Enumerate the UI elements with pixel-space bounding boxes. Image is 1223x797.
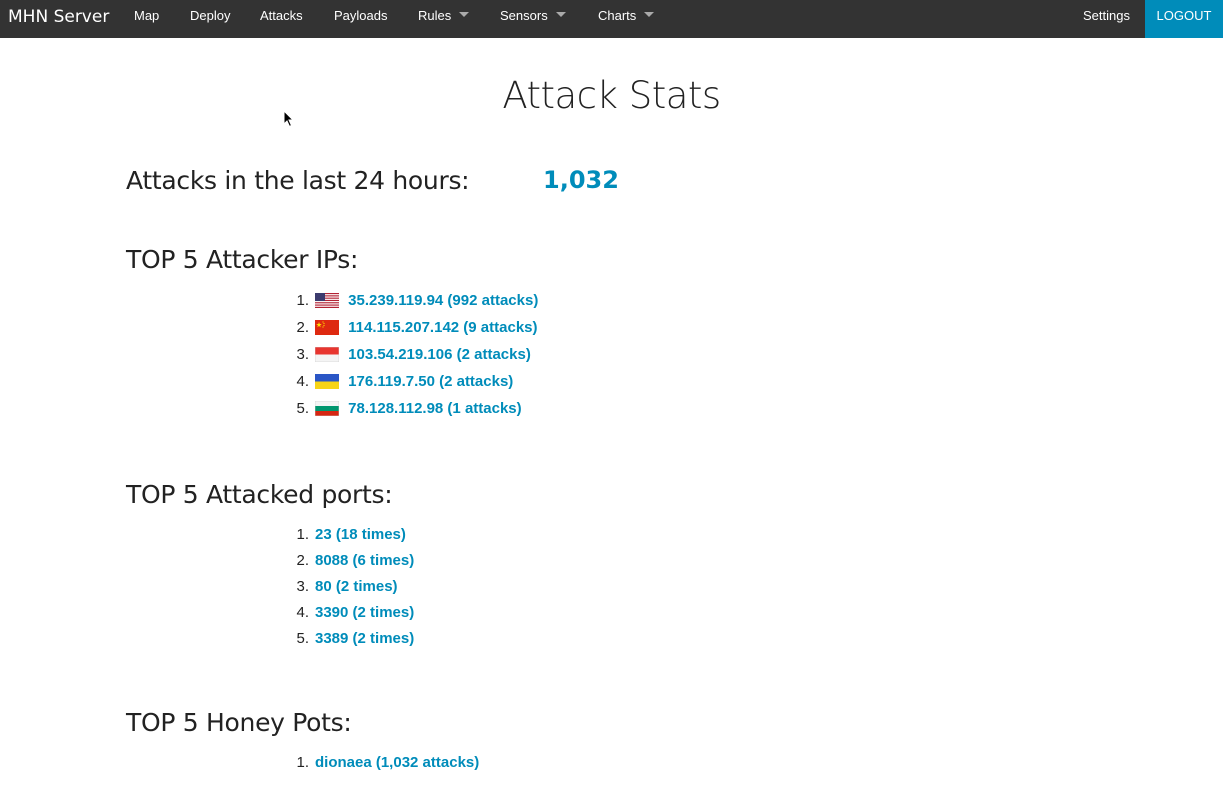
attacker-ip-link[interactable]: 176.119.7.50 (2 attacks)	[348, 373, 513, 390]
list-number: 2.	[296, 319, 309, 336]
attacks-24h-count: 1,032	[543, 166, 619, 194]
nav-sensors-dropdown[interactable]: Sensors	[500, 0, 566, 34]
list-number: 1.	[296, 754, 309, 771]
ua-flag-icon	[315, 373, 339, 389]
list-item: 2. 8088 (6 times)	[296, 548, 414, 574]
list-number: 4.	[296, 604, 309, 621]
attacker-ip-link[interactable]: 78.128.112.98 (1 attacks)	[348, 400, 521, 417]
nav-map[interactable]: Map	[134, 0, 159, 34]
list-item: 3. 103.54.219.106 (2 attacks)	[296, 341, 538, 368]
mouse-cursor-icon	[283, 110, 295, 128]
list-item: 4. 176.119.7.50 (2 attacks)	[296, 368, 538, 395]
attacker-ip-link[interactable]: 35.239.119.94 (992 attacks)	[348, 292, 538, 309]
port-link[interactable]: 8088 (6 times)	[315, 552, 414, 569]
attacker-ip-link[interactable]: 103.54.219.106 (2 attacks)	[348, 346, 531, 363]
list-number: 5.	[296, 400, 309, 417]
nav-charts-dropdown[interactable]: Charts	[598, 0, 655, 34]
nav-attacks[interactable]: Attacks	[260, 0, 303, 34]
port-link[interactable]: 3390 (2 times)	[315, 604, 414, 621]
logout-button[interactable]: LOGOUT	[1145, 0, 1223, 38]
nav-deploy[interactable]: Deploy	[190, 0, 230, 34]
nav-rules-dropdown[interactable]: Rules	[418, 0, 470, 34]
list-number: 5.	[296, 630, 309, 647]
nav-rules-label: Rules	[418, 8, 452, 23]
top-ips-heading: TOP 5 Attacker IPs:	[126, 245, 359, 274]
attacker-ip-link[interactable]: 114.115.207.142 (9 attacks)	[348, 319, 537, 336]
list-number: 1.	[296, 292, 309, 309]
top-ips-list: 1. 35.239.119.94 (992 attacks) 2. 114.11…	[296, 287, 538, 422]
caret-down-icon	[555, 12, 566, 18]
top-ports-heading: TOP 5 Attacked ports:	[126, 480, 393, 509]
list-item: 3. 80 (2 times)	[296, 574, 414, 600]
nav-charts-label: Charts	[598, 8, 637, 23]
attacks-24h-label: Attacks in the last 24 hours:	[126, 166, 470, 195]
port-link[interactable]: 80 (2 times)	[315, 578, 398, 595]
honeypot-link[interactable]: dionaea (1,032 attacks)	[315, 754, 479, 771]
list-item: 1. 23 (18 times)	[296, 522, 414, 548]
list-number: 1.	[296, 526, 309, 543]
list-item: 5. 78.128.112.98 (1 attacks)	[296, 395, 538, 422]
list-number: 2.	[296, 552, 309, 569]
list-item: 4. 3390 (2 times)	[296, 600, 414, 626]
nav-sensors-label: Sensors	[500, 8, 548, 23]
port-link[interactable]: 23 (18 times)	[315, 526, 406, 543]
nav-payloads[interactable]: Payloads	[334, 0, 387, 34]
us-flag-icon	[315, 292, 339, 308]
top-navbar: MHN Server Map Deploy Attacks Payloads R…	[0, 0, 1223, 38]
list-item: 1. dionaea (1,032 attacks)	[296, 750, 479, 776]
list-item: 2. 114.115.207.142 (9 attacks)	[296, 314, 538, 341]
caret-down-icon	[459, 12, 470, 18]
top-ports-list: 1. 23 (18 times) 2. 8088 (6 times) 3. 80…	[296, 522, 414, 652]
cn-flag-icon	[315, 319, 339, 335]
list-number: 3.	[296, 346, 309, 363]
list-number: 3.	[296, 578, 309, 595]
top-honeypots-heading: TOP 5 Honey Pots:	[126, 708, 352, 737]
list-item: 1. 35.239.119.94 (992 attacks)	[296, 287, 538, 314]
page-title: Attack Stats	[502, 74, 721, 117]
port-link[interactable]: 3389 (2 times)	[315, 630, 414, 647]
nav-settings[interactable]: Settings	[1083, 0, 1130, 34]
list-item: 5. 3389 (2 times)	[296, 626, 414, 652]
bg-flag-icon	[315, 400, 339, 416]
top-honeypots-list: 1. dionaea (1,032 attacks)	[296, 750, 479, 776]
id-flag-icon	[315, 346, 339, 362]
caret-down-icon	[644, 12, 655, 18]
list-number: 4.	[296, 373, 309, 390]
brand-logo-link[interactable]: MHN Server	[8, 0, 109, 38]
